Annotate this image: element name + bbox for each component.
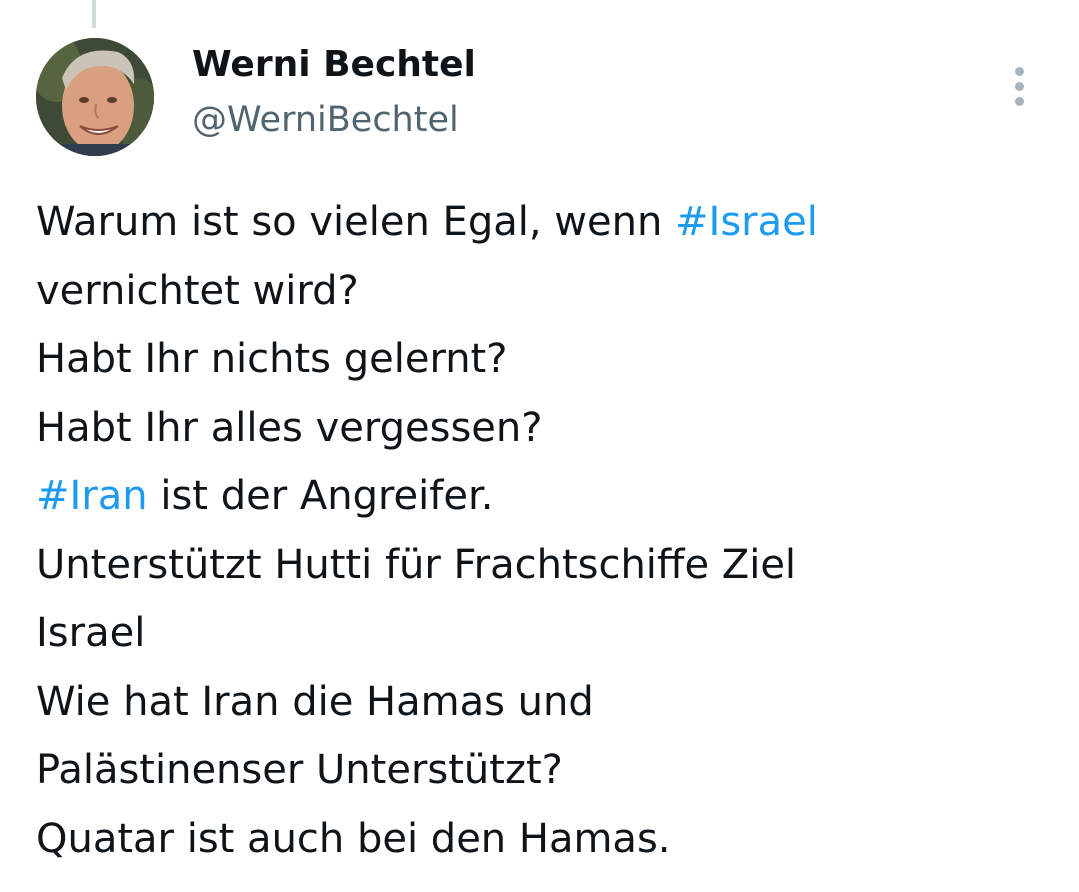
tweet-text-segment: Palästinenser Unterstützt? — [36, 747, 563, 793]
tweet-line: Unterstützt Hutti für Frachtschiffe Ziel — [36, 531, 1066, 600]
tweet-text-segment: Quatar ist auch bei den Hamas. — [36, 815, 671, 862]
tweet-line: Habt Ihr alles vergessen? — [36, 394, 1066, 463]
thread-connector-line — [92, 0, 96, 28]
more-vertical-icon-dot — [1014, 81, 1024, 91]
tweet-line: Warum ist so vielen Egal, wenn #Israel — [36, 188, 1066, 257]
author-handle[interactable]: @WerniBechtel — [192, 96, 459, 144]
tweet-line: Palästinenser Unterstützt? — [36, 736, 1066, 805]
tweet-line: Habt Ihr nichts gelernt? — [36, 325, 1066, 394]
avatar-image — [36, 38, 154, 156]
tweet-text-segment: Unterstützt Hutti für Frachtschiffe Ziel — [36, 541, 797, 588]
tweet-text-segment: Warum ist so vielen Egal, wenn — [36, 199, 676, 245]
tweet-text-segment: vernichtet wird? — [36, 267, 359, 314]
tweet-line: Israel — [36, 599, 1066, 668]
tweet-line: Quatar ist auch bei den Hamas. — [36, 805, 1066, 874]
tweet-text-segment: Wie hat Iran die Hamas und — [36, 678, 594, 725]
more-vertical-icon-dot — [1014, 96, 1024, 106]
tweet-line: #Iran ist der Angreifer. — [36, 462, 1066, 531]
avatar[interactable] — [36, 38, 154, 156]
tweet-line: Wie hat Iran die Hamas und — [36, 668, 1066, 737]
tweet-line: vernichtet wird? — [36, 257, 1066, 326]
hashtag-iran-link[interactable]: #Iran — [36, 473, 148, 519]
tweet-text-segment: ist der Angreifer. — [147, 473, 494, 519]
tweet-text-segment: Israel — [36, 610, 146, 656]
author-display-name[interactable]: Werni Bechtel — [192, 40, 476, 90]
more-vertical-icon — [1014, 66, 1024, 76]
tweet-text: Warum ist so vielen Egal, wenn #Israel v… — [36, 188, 1066, 873]
tweet-text-segment: Habt Ihr alles vergessen? — [36, 404, 543, 451]
more-options-button[interactable] — [1003, 62, 1035, 110]
hashtag-israel-link[interactable]: #Israel — [675, 199, 818, 245]
tweet-text-segment: Habt Ihr nichts gelernt? — [36, 336, 508, 382]
